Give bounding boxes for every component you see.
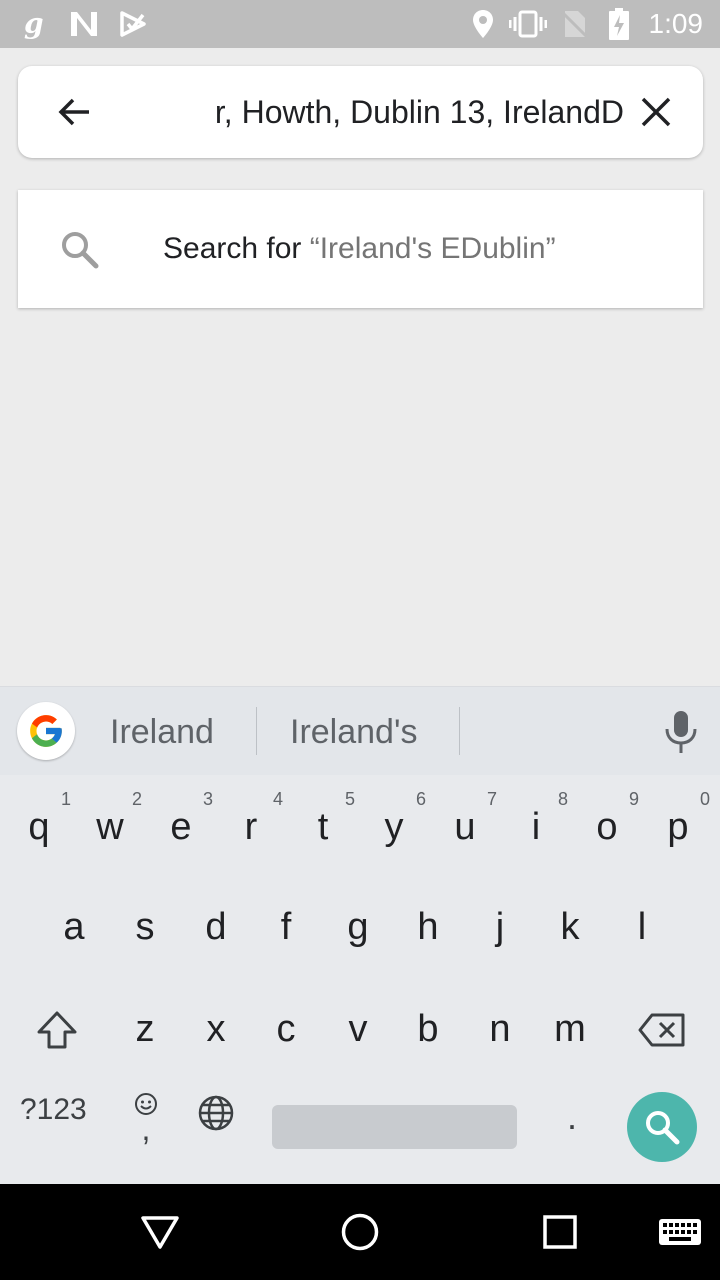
key-b[interactable]: b — [398, 989, 458, 1069]
emoji-comma-key[interactable]: , — [128, 1087, 164, 1147]
shift-icon — [37, 1011, 77, 1049]
search-action-key[interactable] — [627, 1092, 697, 1162]
suggestion-prefix: Search for — [163, 232, 310, 265]
suggestion-query: “Ireland's EDublin” — [309, 232, 556, 265]
key-a[interactable]: a — [44, 887, 104, 967]
back-triangle-icon — [141, 1216, 179, 1249]
symbols-key[interactable]: ?123 — [20, 1093, 87, 1127]
comma-label: , — [141, 1111, 151, 1147]
nav-recents-button[interactable] — [532, 1204, 588, 1260]
location-icon — [470, 8, 496, 40]
n-notification-icon — [68, 8, 100, 40]
key-u[interactable]: u7 — [435, 787, 497, 867]
language-key[interactable] — [195, 1092, 237, 1134]
no-sim-icon — [560, 8, 588, 40]
key-h[interactable]: h — [398, 887, 458, 967]
key-l[interactable]: l — [612, 887, 672, 967]
g-notification-icon: g — [20, 8, 50, 40]
suggestion-divider — [459, 707, 460, 755]
play-store-icon — [118, 8, 148, 40]
key-z[interactable]: z — [115, 989, 175, 1069]
navigation-bar — [0, 1184, 720, 1280]
space-bar[interactable] — [272, 1105, 517, 1149]
svg-text:g: g — [24, 9, 44, 39]
nav-home-button[interactable] — [332, 1204, 388, 1260]
key-x[interactable]: x — [186, 989, 246, 1069]
key-c[interactable]: c — [256, 989, 316, 1069]
key-v[interactable]: v — [328, 989, 388, 1069]
google-g-icon[interactable] — [17, 702, 75, 760]
shift-key[interactable] — [32, 1005, 82, 1055]
key-y[interactable]: y6 — [364, 787, 427, 867]
arrow-back-icon — [58, 98, 89, 126]
home-circle-icon — [341, 1213, 379, 1251]
microphone-icon[interactable] — [660, 709, 702, 755]
key-n[interactable]: n — [470, 989, 530, 1069]
search-icon — [646, 1111, 680, 1145]
keyboard-suggestion-strip: Ireland Ireland's — [0, 687, 720, 775]
key-w[interactable]: w2 — [80, 787, 142, 867]
key-g[interactable]: g — [328, 887, 388, 967]
search-input-text: r, Howth, Dublin 13, IrelandD — [214, 94, 624, 130]
key-p[interactable]: p0 — [648, 787, 710, 867]
battery-charging-icon — [606, 8, 632, 40]
key-j[interactable]: j — [470, 887, 530, 967]
suggestion-divider — [256, 707, 257, 755]
key-k[interactable]: k — [540, 887, 600, 967]
keyboard-suggestion-2[interactable]: Ireland's — [290, 687, 417, 777]
recents-square-icon — [543, 1215, 577, 1249]
close-icon — [641, 97, 671, 127]
key-e[interactable]: e3 — [151, 787, 213, 867]
status-time: 1:09 — [648, 8, 704, 39]
key-o[interactable]: o9 — [577, 787, 639, 867]
clear-button[interactable] — [632, 88, 680, 136]
keyboard-suggestion-1[interactable]: Ireland — [110, 687, 214, 777]
key-m[interactable]: m — [540, 989, 600, 1069]
vibrate-icon — [508, 8, 548, 40]
search-input[interactable]: r, Howth, Dublin 13, IrelandD — [160, 66, 624, 158]
backspace-key[interactable] — [634, 1007, 690, 1053]
globe-icon — [198, 1095, 234, 1131]
key-t[interactable]: t5 — [293, 787, 355, 867]
keyboard-icon — [659, 1219, 701, 1245]
nav-back-button[interactable] — [132, 1204, 188, 1260]
status-bar: g 1:09 — [0, 0, 720, 48]
keyboard: Ireland Ireland's q1 w2 e3 r4 t5 y6 u7 i… — [0, 686, 720, 1184]
suggestion-label: Search for “Ireland's EDublin” — [163, 190, 556, 308]
key-q[interactable]: q1 — [9, 787, 71, 867]
search-box[interactable]: r, Howth, Dublin 13, IrelandD — [18, 66, 703, 158]
backspace-icon — [638, 1013, 685, 1047]
back-button[interactable] — [50, 88, 98, 136]
key-d[interactable]: d — [186, 887, 246, 967]
search-icon — [62, 232, 99, 269]
key-r[interactable]: r4 — [221, 787, 283, 867]
key-i[interactable]: i8 — [506, 787, 568, 867]
key-s[interactable]: s — [115, 887, 175, 967]
period-key[interactable]: . — [556, 1087, 588, 1147]
key-f[interactable]: f — [256, 887, 316, 967]
search-suggestion-item[interactable]: Search for “Ireland's EDublin” — [18, 190, 703, 308]
nav-keyboard-button[interactable] — [652, 1204, 708, 1260]
